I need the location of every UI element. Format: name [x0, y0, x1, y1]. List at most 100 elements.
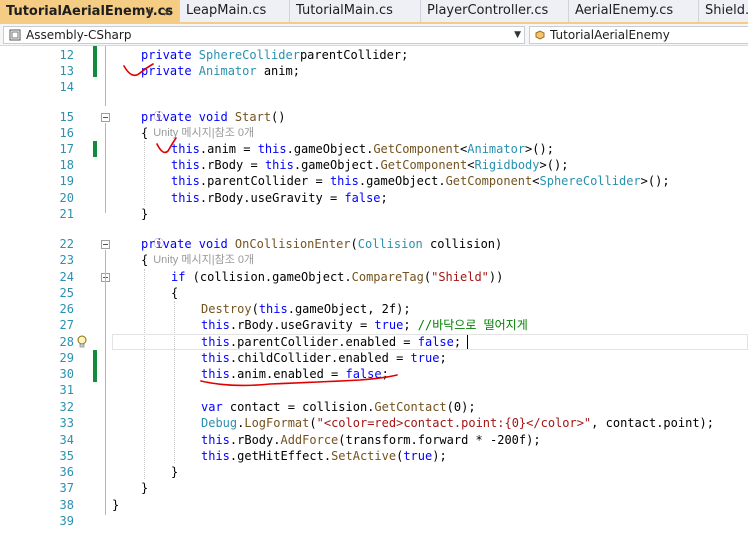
- code-token: .gameObject.: [358, 174, 446, 188]
- line-number: 25: [59, 286, 74, 300]
- chevron-down-icon: ▼: [514, 30, 521, 40]
- code-token: , contact.point);: [591, 416, 714, 430]
- code-token: }: [141, 481, 149, 495]
- tab-leap-main[interactable]: LeapMain.cs: [180, 0, 290, 22]
- code-token: (: [251, 302, 259, 316]
- code-line: this.rBody.useGravity = true; //바닥으로 떨어지…: [201, 317, 528, 333]
- line-number: 22: [59, 237, 74, 251]
- code-line: Destroy(this.gameObject, 2f);: [201, 301, 411, 317]
- code-token: GetComponent: [373, 142, 461, 156]
- line-number: 20: [59, 191, 74, 205]
- line-number: 35: [59, 449, 74, 463]
- code-token: .parentCollider =: [199, 174, 330, 188]
- project-dropdown-label: Assembly-CSharp: [26, 28, 132, 42]
- fold-toggle[interactable]: [101, 113, 110, 122]
- code-token: )): [488, 270, 504, 284]
- tab-tutorial-aerial-enemy[interactable]: TutorialAerialEnemy.cs ∔ ×: [0, 0, 180, 24]
- code-token: //바닥으로 떨어지게: [417, 318, 528, 332]
- code-token: collision): [422, 237, 503, 251]
- line-number: 34: [59, 433, 74, 447]
- code-token: >();: [525, 142, 554, 156]
- code-token: {: [171, 286, 179, 300]
- code-line: this.rBody = this.gameObject.GetComponen…: [171, 157, 568, 173]
- line-number: 13: [59, 64, 74, 78]
- code-token: }: [141, 207, 149, 221]
- code-token: private: [141, 64, 199, 78]
- code-line: private Animator anim;: [141, 63, 300, 79]
- code-token: "<color=red>contact.point:{0}</color>": [316, 416, 592, 430]
- code-token: this: [201, 433, 230, 447]
- code-token: false: [344, 191, 381, 205]
- code-token: (: [309, 416, 317, 430]
- document-tab-bar: TutorialAerialEnemy.cs ∔ × LeapMain.cs T…: [0, 0, 748, 24]
- line-number: 39: [59, 514, 74, 528]
- pin-icon[interactable]: ∔: [145, 0, 154, 24]
- code-token: var: [201, 400, 223, 414]
- project-dropdown[interactable]: Assembly-CSharp ▼: [3, 26, 525, 44]
- line-number: 15: [59, 110, 74, 124]
- close-icon[interactable]: ×: [162, 0, 172, 24]
- tab-shield[interactable]: Shield.cs: [699, 0, 748, 22]
- code-token: true: [374, 318, 404, 332]
- codelens-text: Unity 메시지|참조 0개: [153, 254, 255, 266]
- code-line: var contact = collision.GetContact(0);: [201, 399, 476, 415]
- line-number: 32: [59, 400, 74, 414]
- code-token: Collision: [357, 237, 423, 251]
- line-number: 19: [59, 174, 74, 188]
- code-token: SetActive: [331, 449, 397, 463]
- line-number: 21: [59, 207, 74, 221]
- codelens-hint-on-collision[interactable]: ⦿ Unity 메시지|참조 0개: [141, 220, 254, 266]
- code-token: ;: [380, 191, 388, 205]
- line-number: 16: [59, 126, 74, 140]
- code-token: (collision.gameObject.: [185, 270, 352, 284]
- code-token: .rBody.: [229, 433, 281, 447]
- code-token: (transform.forward * -200f);: [338, 433, 541, 447]
- code-token: );: [432, 449, 447, 463]
- code-token: SphereCollider: [198, 48, 300, 62]
- line-number: 12: [59, 48, 74, 62]
- type-dropdown[interactable]: TutorialAerialEnemy: [529, 26, 748, 44]
- codelens-text: Unity 메시지|참조 0개: [153, 127, 255, 139]
- current-line-highlight: [112, 334, 748, 350]
- tab-tutorial-main[interactable]: TutorialMain.cs: [290, 0, 421, 22]
- code-token: this: [329, 174, 359, 188]
- line-number: 31: [59, 383, 74, 397]
- fold-toggle[interactable]: [101, 240, 110, 249]
- unity-icon: ⦿: [153, 111, 165, 123]
- code-editor[interactable]: 12 private SphereColliderparentCollider; 1…: [0, 46, 748, 533]
- code-token: .rBody =: [199, 158, 265, 172]
- tab-label: TutorialMain.cs: [296, 3, 393, 18]
- line-number: 29: [59, 351, 74, 365]
- line-number: 24: [59, 270, 74, 284]
- change-marker: [93, 350, 97, 382]
- fold-region-line: [105, 46, 106, 106]
- codelens-hint-start[interactable]: ⦿ Unity 메시지|참조 0개: [141, 93, 254, 139]
- code-token: >();: [539, 158, 569, 172]
- line-number: 26: [59, 302, 74, 316]
- tab-label: PlayerController.cs: [427, 3, 549, 18]
- code-line: this.anim.enabled = false;: [201, 366, 389, 382]
- indent-guide: [144, 269, 145, 479]
- code-token: AddForce: [280, 433, 339, 447]
- code-token: GetContact: [374, 400, 447, 414]
- code-token: .rBody.useGravity =: [199, 191, 345, 205]
- tab-label: AerialEnemy.cs: [575, 3, 674, 18]
- code-token: SphereCollider: [539, 174, 641, 188]
- code-token: true: [410, 351, 440, 365]
- line-number: 33: [59, 416, 74, 430]
- code-token: "Shield": [431, 270, 489, 284]
- tab-player-controller[interactable]: PlayerController.cs: [421, 0, 569, 22]
- code-token: >();: [640, 174, 670, 188]
- code-token: .gameObject, 2f);: [287, 302, 411, 316]
- code-token: anim;: [256, 64, 300, 78]
- code-token: (0);: [446, 400, 476, 414]
- line-number: 28: [59, 335, 74, 349]
- tab-label: Shield.cs: [705, 3, 748, 18]
- code-token: GetComponent: [445, 174, 533, 188]
- code-token: OnCollisionEnter: [234, 237, 351, 251]
- code-line: this.rBody.useGravity = false;: [171, 190, 388, 206]
- code-line: private SphereColliderparentCollider;: [141, 47, 408, 63]
- tab-aerial-enemy[interactable]: AerialEnemy.cs: [569, 0, 699, 22]
- code-line: this.rBody.AddForce(transform.forward * …: [201, 432, 541, 448]
- lightbulb-icon[interactable]: [77, 335, 87, 349]
